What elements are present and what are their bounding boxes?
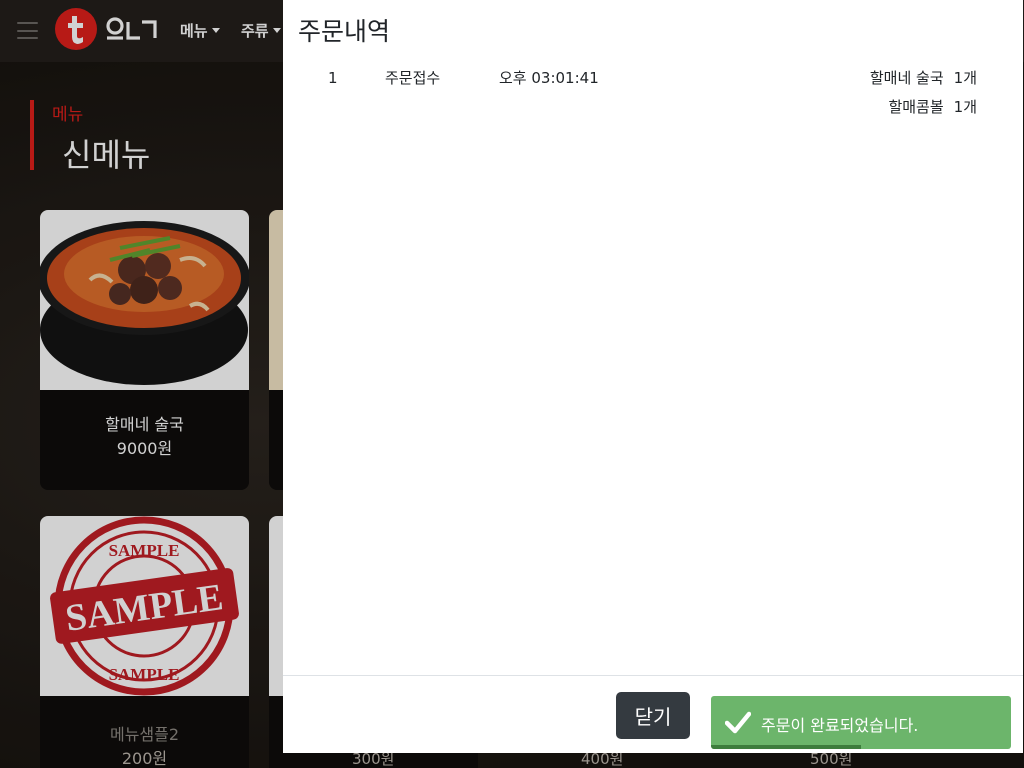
order-number: 1 <box>328 69 338 87</box>
order-item-name: 할매콤볼 <box>888 98 944 116</box>
order-history-modal: 주문내역 1 주문접수 오후 03:01:41 할매네 술국 1개 할매콤볼 1… <box>283 0 1023 753</box>
success-toast[interactable]: 주문이 완료되었습니다. <box>711 696 1011 749</box>
order-time: 오후 03:01:41 <box>499 69 599 87</box>
order-item-qty: 1개 <box>953 69 977 87</box>
order-row: 1 주문접수 오후 03:01:41 할매네 술국 1개 할매콤볼 1개 <box>283 68 1023 128</box>
toast-message: 주문이 완료되었습니다. <box>761 716 919 735</box>
order-item-qty: 1개 <box>953 98 977 116</box>
order-item: 할매네 술국 1개 <box>870 68 977 88</box>
order-items: 할매네 술국 1개 할매콤볼 1개 <box>870 68 977 126</box>
order-item: 할매콤볼 1개 <box>870 97 977 117</box>
order-status: 주문접수 <box>385 69 441 87</box>
close-button[interactable]: 닫기 <box>616 692 690 739</box>
toast-progress-bar <box>711 745 861 749</box>
modal-title: 주문내역 <box>298 17 391 46</box>
check-icon <box>725 711 751 734</box>
order-item-name: 할매네 술국 <box>869 69 944 87</box>
modal-footer-divider <box>283 675 1023 676</box>
